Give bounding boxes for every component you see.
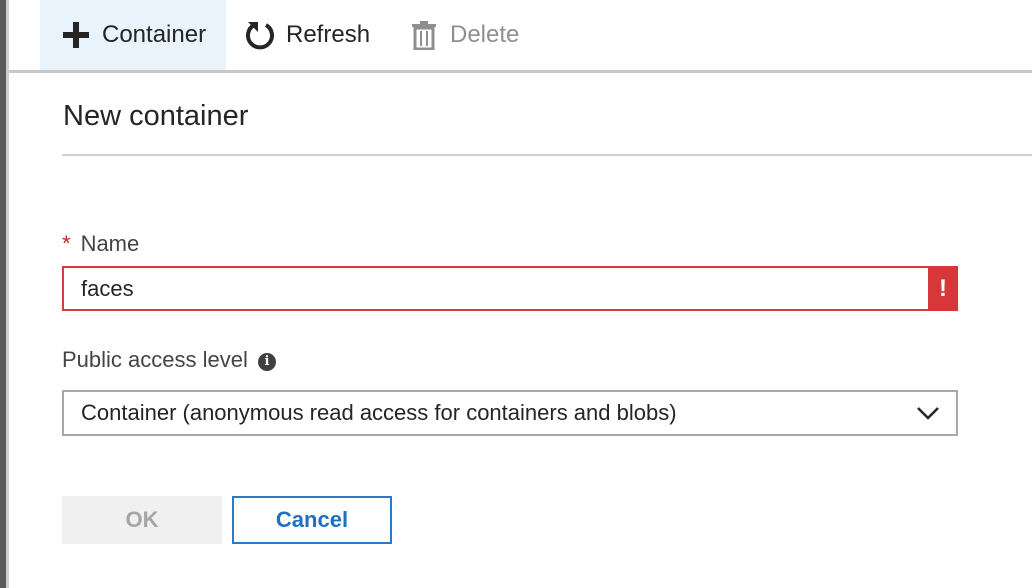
access-level-label-text: Public access level: [62, 347, 248, 372]
add-container-button[interactable]: Container: [40, 0, 226, 70]
name-field-label: * Name: [62, 229, 139, 259]
plus-icon: [60, 19, 92, 51]
add-container-label: Container: [102, 21, 207, 48]
access-level-select[interactable]: Container (anonymous read access for con…: [62, 390, 958, 436]
name-label-text: Name: [80, 231, 140, 256]
title-divider: [62, 154, 1032, 156]
access-level-selected: Container (anonymous read access for con…: [81, 400, 677, 425]
access-level-label: Public access level i: [62, 345, 276, 375]
error-icon: !: [928, 266, 958, 311]
toolbar-divider: [9, 70, 1032, 73]
new-container-blade: Container Refresh Delete New container *…: [0, 0, 1032, 588]
name-input-value: faces: [81, 276, 134, 301]
refresh-icon: [244, 19, 276, 51]
cancel-button[interactable]: Cancel: [232, 496, 392, 544]
window-edge-shadow: [6, 0, 9, 588]
required-marker: *: [62, 231, 71, 256]
delete-button[interactable]: Delete: [408, 0, 538, 70]
refresh-button[interactable]: Refresh: [244, 0, 384, 70]
chevron-down-icon: [916, 403, 940, 423]
trash-icon: [408, 19, 440, 51]
info-icon[interactable]: i: [258, 353, 276, 371]
dialog-title: New container: [63, 100, 249, 132]
delete-label: Delete: [450, 21, 520, 48]
name-input[interactable]: faces !: [62, 266, 958, 311]
ok-button[interactable]: OK: [62, 496, 222, 544]
refresh-label: Refresh: [286, 21, 371, 48]
